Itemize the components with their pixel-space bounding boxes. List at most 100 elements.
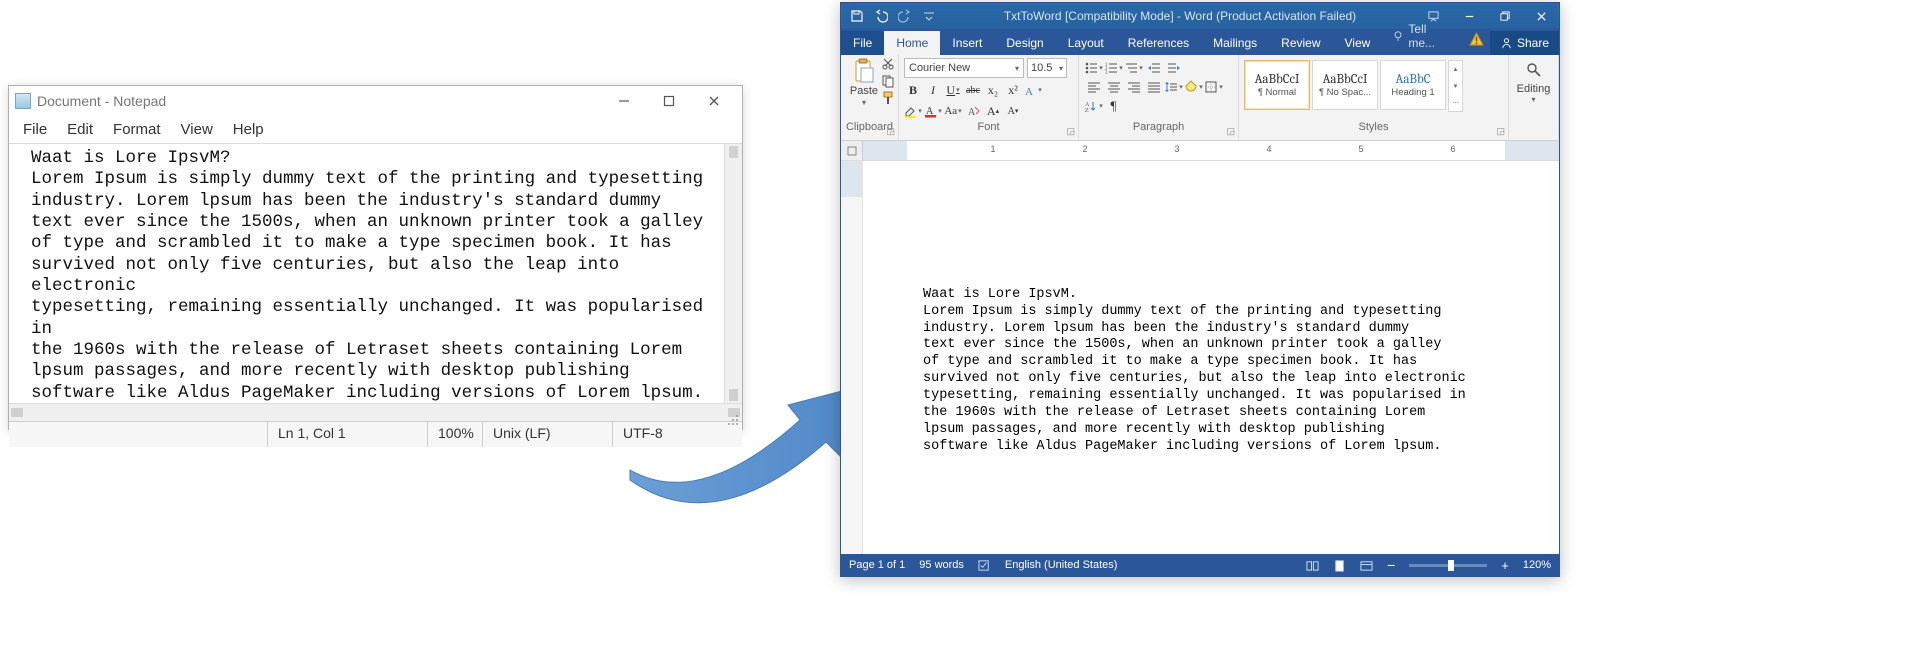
font-size-selector[interactable]: 10.5▾ (1027, 58, 1067, 78)
subscript-button[interactable]: x₂ (984, 81, 1002, 99)
tab-home[interactable]: Home (884, 31, 940, 55)
align-right-icon[interactable] (1124, 78, 1143, 96)
maximize-button[interactable] (646, 87, 691, 115)
menu-help[interactable]: Help (223, 119, 274, 140)
font-name-selector[interactable]: Courier New▾ (904, 58, 1024, 78)
font-color-icon[interactable]: A (924, 102, 942, 120)
decrease-indent-icon[interactable] (1144, 59, 1163, 77)
align-left-icon[interactable] (1084, 78, 1103, 96)
document-content: Waat is Lore IpsvM. Lorem Ipsum is simpl… (923, 287, 1519, 456)
multilevel-list-icon[interactable] (1124, 59, 1143, 77)
activation-warning-icon[interactable] (1463, 27, 1490, 55)
restore-button[interactable] (1487, 3, 1523, 29)
paste-button[interactable]: Paste ▾ (846, 58, 882, 108)
undo-icon[interactable] (871, 6, 891, 26)
svg-text:Z: Z (1085, 108, 1089, 113)
redo-icon[interactable] (895, 6, 915, 26)
vertical-ruler[interactable] (841, 161, 863, 554)
read-mode-icon[interactable] (1306, 559, 1319, 572)
dialog-launcher-icon[interactable]: ◲ (1226, 126, 1235, 137)
shrink-font-icon[interactable]: A▾ (1004, 102, 1022, 120)
style-heading-1[interactable]: AaBbC Heading 1 (1380, 60, 1446, 110)
tab-layout[interactable]: Layout (1056, 31, 1116, 55)
borders-icon[interactable] (1204, 78, 1223, 96)
svg-text:A: A (1025, 86, 1033, 97)
strikethrough-button[interactable]: abc (964, 81, 982, 99)
editing-label: Editing (1517, 83, 1551, 95)
qat-customize-icon[interactable] (919, 6, 939, 26)
notepad-titlebar[interactable]: Document - Notepad (9, 86, 742, 116)
tab-design[interactable]: Design (994, 31, 1055, 55)
bold-button[interactable]: B (904, 81, 922, 99)
increase-indent-icon[interactable] (1164, 59, 1183, 77)
grow-font-icon[interactable]: A▴ (984, 102, 1002, 120)
dialog-launcher-icon[interactable]: ◲ (1066, 126, 1075, 137)
tab-references[interactable]: References (1116, 31, 1201, 55)
menu-file[interactable]: File (13, 119, 57, 140)
shading-icon[interactable] (1184, 78, 1203, 96)
status-zoom[interactable]: 100% (427, 422, 482, 447)
document-page[interactable]: Waat is Lore IpsvM. Lorem Ipsum is simpl… (863, 161, 1559, 554)
zoom-slider[interactable] (1409, 564, 1487, 567)
notepad-menu-bar: File Edit Format View Help (9, 116, 742, 144)
tab-file[interactable]: File (841, 31, 884, 55)
ruler-tick-2: 2 (1082, 144, 1087, 154)
highlight-color-icon[interactable] (904, 102, 922, 120)
tab-review[interactable]: Review (1269, 31, 1332, 55)
print-layout-icon[interactable] (1333, 559, 1346, 572)
dialog-launcher-icon[interactable]: ◲ (886, 126, 895, 137)
status-spellcheck-icon[interactable] (978, 559, 991, 572)
menu-format[interactable]: Format (103, 119, 171, 140)
find-icon[interactable] (1526, 62, 1542, 81)
ribbon-group-paragraph: 123 AZ ¶ Paragraph ◲ (1079, 55, 1239, 140)
zoom-in-button[interactable]: + (1501, 558, 1509, 573)
menu-view[interactable]: View (171, 119, 223, 140)
clear-formatting-icon[interactable]: A (964, 102, 982, 120)
underline-button[interactable]: U (944, 81, 962, 99)
save-icon[interactable] (847, 6, 867, 26)
show-formatting-icon[interactable]: ¶ (1104, 97, 1123, 115)
sort-icon[interactable]: AZ (1084, 97, 1103, 115)
justify-icon[interactable] (1144, 78, 1163, 96)
dialog-launcher-icon[interactable]: ◲ (1496, 126, 1505, 137)
line-spacing-icon[interactable] (1164, 78, 1183, 96)
align-center-icon[interactable] (1104, 78, 1123, 96)
zoom-level[interactable]: 120% (1523, 559, 1551, 571)
ruler-tick-1: 1 (990, 144, 995, 154)
status-spacer (9, 422, 267, 447)
paste-icon (852, 58, 876, 84)
style-no-spacing[interactable]: AaBbCcI ¶ No Spac... (1312, 60, 1378, 110)
zoom-out-button[interactable]: − (1387, 557, 1395, 573)
status-language[interactable]: English (United States) (1005, 559, 1118, 571)
tab-view[interactable]: View (1333, 31, 1383, 55)
status-word-count[interactable]: 95 words (919, 559, 964, 571)
status-page[interactable]: Page 1 of 1 (849, 559, 905, 571)
share-button[interactable]: Share (1490, 31, 1559, 55)
menu-edit[interactable]: Edit (57, 119, 103, 140)
web-layout-icon[interactable] (1360, 559, 1373, 572)
minimize-button[interactable] (601, 87, 646, 115)
notepad-app-icon (15, 93, 31, 109)
superscript-button[interactable]: x² (1004, 81, 1022, 99)
tell-me-search[interactable]: Tell me... (1382, 17, 1463, 55)
format-painter-icon[interactable] (881, 91, 895, 105)
tab-insert[interactable]: Insert (940, 31, 994, 55)
ruler-track: 1 2 3 4 5 6 (863, 141, 1559, 160)
tab-mailings[interactable]: Mailings (1201, 31, 1269, 55)
horizontal-ruler[interactable]: 1 2 3 4 5 6 (841, 141, 1559, 161)
bullets-icon[interactable] (1084, 59, 1103, 77)
chevron-down-icon: ▾ (1015, 64, 1019, 73)
ribbon-group-font: Courier New▾ 10.5▾ B I U abc x₂ x² A A A… (899, 55, 1079, 140)
cut-icon[interactable] (881, 57, 895, 71)
text-effects-icon[interactable]: A (1024, 81, 1042, 99)
style-normal[interactable]: AaBbCcI ¶ Normal (1244, 60, 1310, 110)
copy-icon[interactable] (881, 74, 895, 88)
word-status-bar: Page 1 of 1 95 words English (United Sta… (841, 554, 1559, 576)
lightbulb-icon (1392, 30, 1404, 43)
numbering-icon[interactable]: 123 (1104, 59, 1123, 77)
styles-gallery-more[interactable]: ▴▾⋯ (1448, 60, 1463, 112)
italic-button[interactable]: I (924, 81, 942, 99)
close-button[interactable] (691, 87, 736, 115)
change-case-icon[interactable]: Aa (944, 102, 962, 120)
close-button[interactable] (1523, 3, 1559, 29)
